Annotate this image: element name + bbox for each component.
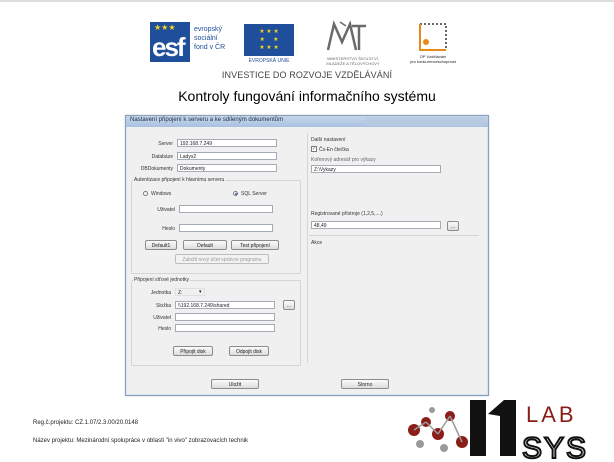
connect-drive-button[interactable]: Připojit disk xyxy=(173,346,213,356)
default1-button[interactable]: Default1 xyxy=(145,240,177,250)
reports-folder-input[interactable]: Z:\Vykazy xyxy=(311,165,441,173)
password-input[interactable] xyxy=(179,224,273,232)
folder-label: Složka xyxy=(155,303,171,309)
reader-checkbox[interactable]: ✓ xyxy=(311,146,317,152)
top-divider xyxy=(0,0,614,2)
net-password-label: Heslo xyxy=(158,326,171,332)
sql-server-radio[interactable] xyxy=(233,191,238,196)
chevron-down-icon[interactable]: ▾ xyxy=(199,289,202,295)
esf-logo-text: evropský sociální fond v ČR xyxy=(194,25,225,52)
column-divider xyxy=(307,133,308,363)
default-button[interactable]: Default xyxy=(183,240,227,250)
background-window-tabs xyxy=(366,117,484,126)
net-password-input[interactable] xyxy=(175,324,275,332)
eu-label: EVROPSKÁ UNIE xyxy=(248,58,290,64)
labsys-logo-icon: LAB SYS xyxy=(408,400,588,462)
esf-stars-icon: ★★★ xyxy=(154,23,176,32)
other-settings-title: Další nastavení xyxy=(311,137,346,143)
reports-folder-label: Kořenový adresář pro výkazy xyxy=(311,157,376,163)
windows-radio-label: Windows xyxy=(151,191,172,197)
user-input[interactable] xyxy=(179,205,273,213)
database-label: Databáze xyxy=(151,154,173,160)
drive-label: Jednotka xyxy=(150,290,171,296)
net-user-input[interactable] xyxy=(175,313,275,321)
dialog-title: Nastavení připojení k serveru a ke sdíle… xyxy=(130,117,284,123)
slide-title: Kontroly fungování informačního systému xyxy=(178,88,436,104)
esf-text-line1: evropský xyxy=(194,26,223,33)
net-user-label: Uživatel xyxy=(153,315,171,321)
logo-sys-text: SYS xyxy=(522,432,588,462)
msmt-text-line2: MLÁDEŽE A TĚLOVÝCHOVY xyxy=(326,61,380,66)
op-logo: OP Vzdělávání pro konkurenceschopnost xyxy=(402,20,464,68)
op-logo-icon xyxy=(419,23,447,51)
dbdocs-label: DBDokumenty xyxy=(140,166,173,172)
investice-tagline: INVESTICE DO ROZVOJE VZDĚLÁVÁNÍ xyxy=(221,70,393,80)
esf-text-line3: fond v ČR xyxy=(194,44,226,51)
password-label: Heslo xyxy=(162,226,175,232)
logo-lab-text: LAB xyxy=(526,402,577,427)
user-label: Uživatel xyxy=(157,207,175,213)
test-connection-button[interactable]: Test připojení xyxy=(231,240,279,250)
database-input[interactable]: Ladys2 xyxy=(177,152,277,160)
akce-label: Akce xyxy=(311,240,323,246)
browse-instruments-button[interactable]: ... xyxy=(447,221,459,231)
settings-dialog: Nastavení připojení k serveru a ke sdíle… xyxy=(125,115,489,396)
disconnect-drive-button[interactable]: Odpojit disk xyxy=(229,346,269,356)
network-drive-group-title: Připojení síťové jednotky xyxy=(133,277,190,283)
save-button[interactable]: Uložit xyxy=(211,379,259,389)
esf-logo: ★★★ esf evropský sociální fond v ČR xyxy=(150,22,238,62)
esf-text-line2: sociální xyxy=(194,35,218,42)
slide: ★★★ esf evropský sociální fond v ČR ★ ★ … xyxy=(0,0,614,462)
instruments-label: Registrované přístroje (1,2,5,....) xyxy=(311,211,383,217)
server-input[interactable]: 192.168.7.249 xyxy=(177,139,277,147)
msmt-logo-text: MINISTERSTVO ŠKOLSTVÍ, MLÁDEŽE A TĚLOVÝC… xyxy=(308,56,398,66)
sql-server-radio-label: SQL Server xyxy=(241,191,267,197)
esf-logo-block: ★★★ esf xyxy=(150,22,190,62)
project-name: Název projektu: Mezinárodní spolupráce v… xyxy=(33,438,249,444)
reader-checkbox-label: Čs-En čtečka xyxy=(319,147,349,153)
dbdocs-input[interactable]: Dokumenty xyxy=(177,164,277,172)
dialog-titlebar: Nastavení připojení k serveru a ke sdíle… xyxy=(126,116,488,127)
project-reg-number: Reg.č.projektu: CZ.1.07/2.3.00/20.0148 xyxy=(33,420,139,426)
dialog-body: Server 192.168.7.249 Databáze Ladys2 DBD… xyxy=(127,127,487,394)
eu-flag-icon: ★ ★ ★ ★ ★ ★ ★ ★ xyxy=(244,24,294,56)
create-admin-account-button[interactable]: Založit nový účet správce programu xyxy=(175,254,269,264)
msmt-logo-icon xyxy=(326,20,366,51)
right-divider xyxy=(309,235,479,236)
folder-input[interactable]: \\192.168.7.249\shared xyxy=(175,301,275,309)
instruments-input[interactable]: 48,49 xyxy=(311,221,441,229)
op-logo-text: OP Vzdělávání pro konkurenceschopnost xyxy=(402,54,464,64)
esf-logo-letters: esf xyxy=(152,32,186,62)
browse-folder-button[interactable]: ... xyxy=(283,300,295,310)
windows-radio[interactable] xyxy=(143,191,148,196)
server-label: Server xyxy=(158,141,173,147)
op-text-line2: pro konkurenceschopnost xyxy=(410,59,456,64)
cancel-button[interactable]: Storno xyxy=(341,379,389,389)
auth-group-title: Autentizace připojení k hlavnímu serveru xyxy=(133,177,226,183)
